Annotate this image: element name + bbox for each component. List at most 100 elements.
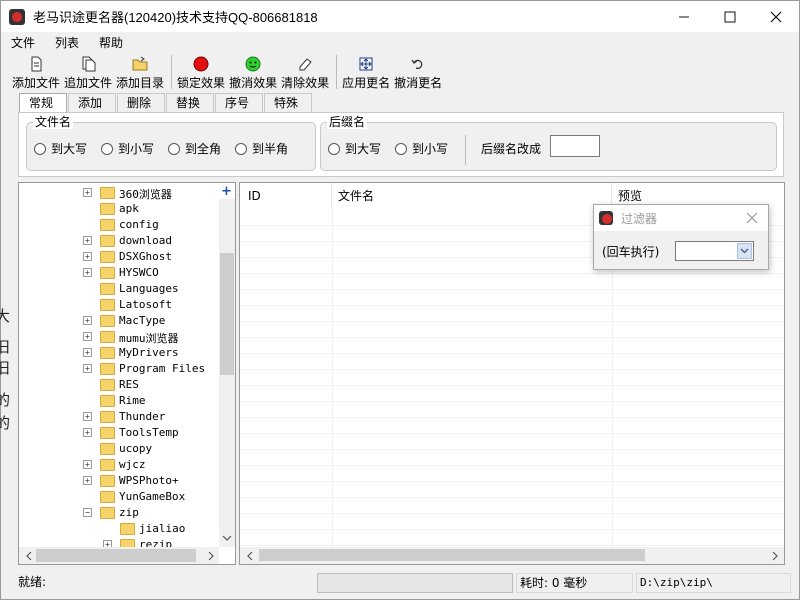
tree-node[interactable]: + Thunder: [19, 409, 217, 425]
tree-node[interactable]: Rime: [19, 393, 217, 409]
list-row-divider: [240, 401, 784, 402]
expand-icon[interactable]: +: [83, 460, 92, 469]
expand-icon[interactable]: +: [83, 188, 92, 197]
append-file-button[interactable]: 追加文件: [63, 53, 113, 91]
folder-tree[interactable]: + rezip jialiao − zip YunGameBox + WPSPhoto+ + wj…: [18, 182, 236, 565]
combobox-dropdown-button[interactable]: [737, 243, 752, 259]
tree-node[interactable]: Languages: [19, 281, 217, 297]
tab-special[interactable]: 特殊: [264, 93, 312, 113]
tree-hscroll-thumb[interactable]: [36, 549, 196, 562]
append-file-label: 追加文件: [64, 76, 113, 90]
undo-rename-button[interactable]: 撤消更名: [393, 53, 443, 91]
close-icon[interactable]: [746, 212, 758, 224]
chevron-left-icon[interactable]: [24, 551, 34, 561]
tab-delete[interactable]: 删除: [117, 93, 165, 113]
tree-node[interactable]: + WPSPhoto+: [19, 473, 217, 489]
filename-halfwidth-radio[interactable]: 到半角: [235, 140, 288, 157]
tree-node[interactable]: ucopy: [19, 441, 217, 457]
tree-node-label: Languages: [119, 282, 179, 295]
tab-add[interactable]: 添加: [68, 93, 116, 113]
folder-icon: [100, 251, 115, 263]
column-header-filename[interactable]: 文件名: [332, 183, 612, 209]
list-row-divider: [240, 417, 784, 418]
menu-help[interactable]: 帮助: [89, 34, 133, 51]
tree-node-label: zip: [119, 506, 139, 519]
undo-effect-button[interactable]: 撤消效果: [228, 53, 278, 91]
tree-node[interactable]: + MyDrivers: [19, 345, 217, 361]
filename-lower-radio[interactable]: 到小写: [101, 140, 154, 157]
tree-node[interactable]: + MacType: [19, 313, 217, 329]
tree-vertical-scrollbar[interactable]: [219, 199, 235, 547]
tree-node[interactable]: + Program Files: [19, 361, 217, 377]
tree-node[interactable]: jialiao: [19, 521, 217, 537]
apply-rename-button[interactable]: 应用更名: [341, 53, 391, 91]
add-file-button[interactable]: 添加文件: [11, 53, 61, 91]
chevron-down-icon[interactable]: [222, 533, 232, 543]
expand-icon[interactable]: +: [83, 412, 92, 421]
chevron-right-icon[interactable]: [770, 551, 780, 561]
filename-fullwidth-radio[interactable]: 到全角: [168, 140, 221, 157]
menu-list[interactable]: 列表: [45, 34, 89, 51]
radio-circle: [101, 142, 113, 155]
tree-add-icon[interactable]: +: [221, 184, 232, 199]
tree-node-label: MyDrivers: [119, 346, 179, 359]
expand-icon[interactable]: +: [83, 268, 92, 277]
tree-horizontal-scrollbar[interactable]: [19, 547, 219, 564]
folder-icon: [100, 219, 115, 231]
suffix-change-input[interactable]: [550, 135, 600, 157]
suffix-upper-radio[interactable]: 到大写: [328, 140, 381, 157]
tree-node[interactable]: apk: [19, 201, 217, 217]
close-icon: [770, 11, 782, 22]
tree-node-label: MacType: [119, 314, 166, 327]
tree-node[interactable]: + HYSWCO: [19, 265, 217, 281]
menu-file[interactable]: 文件: [1, 34, 45, 51]
tree-scrollbar-thumb[interactable]: [220, 253, 234, 375]
tree-node[interactable]: Latosoft: [19, 297, 217, 313]
add-file-icon: [31, 56, 42, 72]
folder-icon: [100, 427, 115, 439]
expand-icon[interactable]: +: [83, 428, 92, 437]
tree-node[interactable]: RES: [19, 377, 217, 393]
list-row-divider: [240, 273, 784, 274]
tree-node[interactable]: + download: [19, 233, 217, 249]
expand-icon[interactable]: +: [83, 364, 92, 373]
main-window: 老马识途更名器(120420)技术支持QQ-806681818 文件 列表 帮助…: [0, 0, 800, 600]
expand-icon[interactable]: +: [83, 332, 92, 341]
clear-effect-button[interactable]: 清除效果: [280, 53, 330, 91]
tree-node[interactable]: + ToolsTemp: [19, 425, 217, 441]
tree-node[interactable]: + wjcz: [19, 457, 217, 473]
tab-replace[interactable]: 替换: [166, 93, 214, 113]
expand-icon[interactable]: +: [83, 316, 92, 325]
tree-node[interactable]: config: [19, 217, 217, 233]
filter-combobox[interactable]: [675, 241, 754, 261]
suffix-lower-radio[interactable]: 到小写: [395, 140, 448, 157]
tree-node[interactable]: − zip: [19, 505, 217, 521]
expand-icon[interactable]: +: [83, 252, 92, 261]
chevron-left-icon[interactable]: [245, 551, 255, 561]
tree-node[interactable]: +360浏览器: [19, 185, 217, 201]
background-text-fragment: 的: [0, 415, 11, 432]
close-button[interactable]: [753, 1, 799, 32]
expand-icon[interactable]: +: [83, 476, 92, 485]
suffix-group: 后缀名 到大写 到小写 后缀名改成: [320, 115, 777, 171]
expand-icon[interactable]: +: [83, 348, 92, 357]
minimize-button[interactable]: [661, 1, 707, 32]
list-row-divider: [240, 353, 784, 354]
tab-sequence[interactable]: 序号: [215, 93, 263, 113]
tab-general[interactable]: 常规: [19, 93, 67, 114]
tree-node[interactable]: + DSXGhost: [19, 249, 217, 265]
menu-bar: 文件 列表 帮助: [1, 32, 799, 52]
tree-node-label: 360浏览器: [119, 188, 172, 201]
status-ready: 就绪:: [18, 575, 47, 589]
collapse-icon[interactable]: −: [83, 508, 92, 517]
tree-node[interactable]: + mumu浏览器: [19, 329, 217, 345]
filename-upper-radio[interactable]: 到大写: [34, 140, 87, 157]
chevron-right-icon[interactable]: [206, 551, 216, 561]
list-row-divider: [240, 497, 784, 498]
lock-effect-button[interactable]: 锁定效果: [176, 53, 226, 91]
expand-icon[interactable]: +: [83, 236, 92, 245]
maximize-button[interactable]: [707, 1, 753, 32]
add-folder-button[interactable]: 添加目录: [115, 53, 165, 91]
column-header-id[interactable]: ID: [240, 183, 332, 209]
tree-node[interactable]: YunGameBox: [19, 489, 217, 505]
